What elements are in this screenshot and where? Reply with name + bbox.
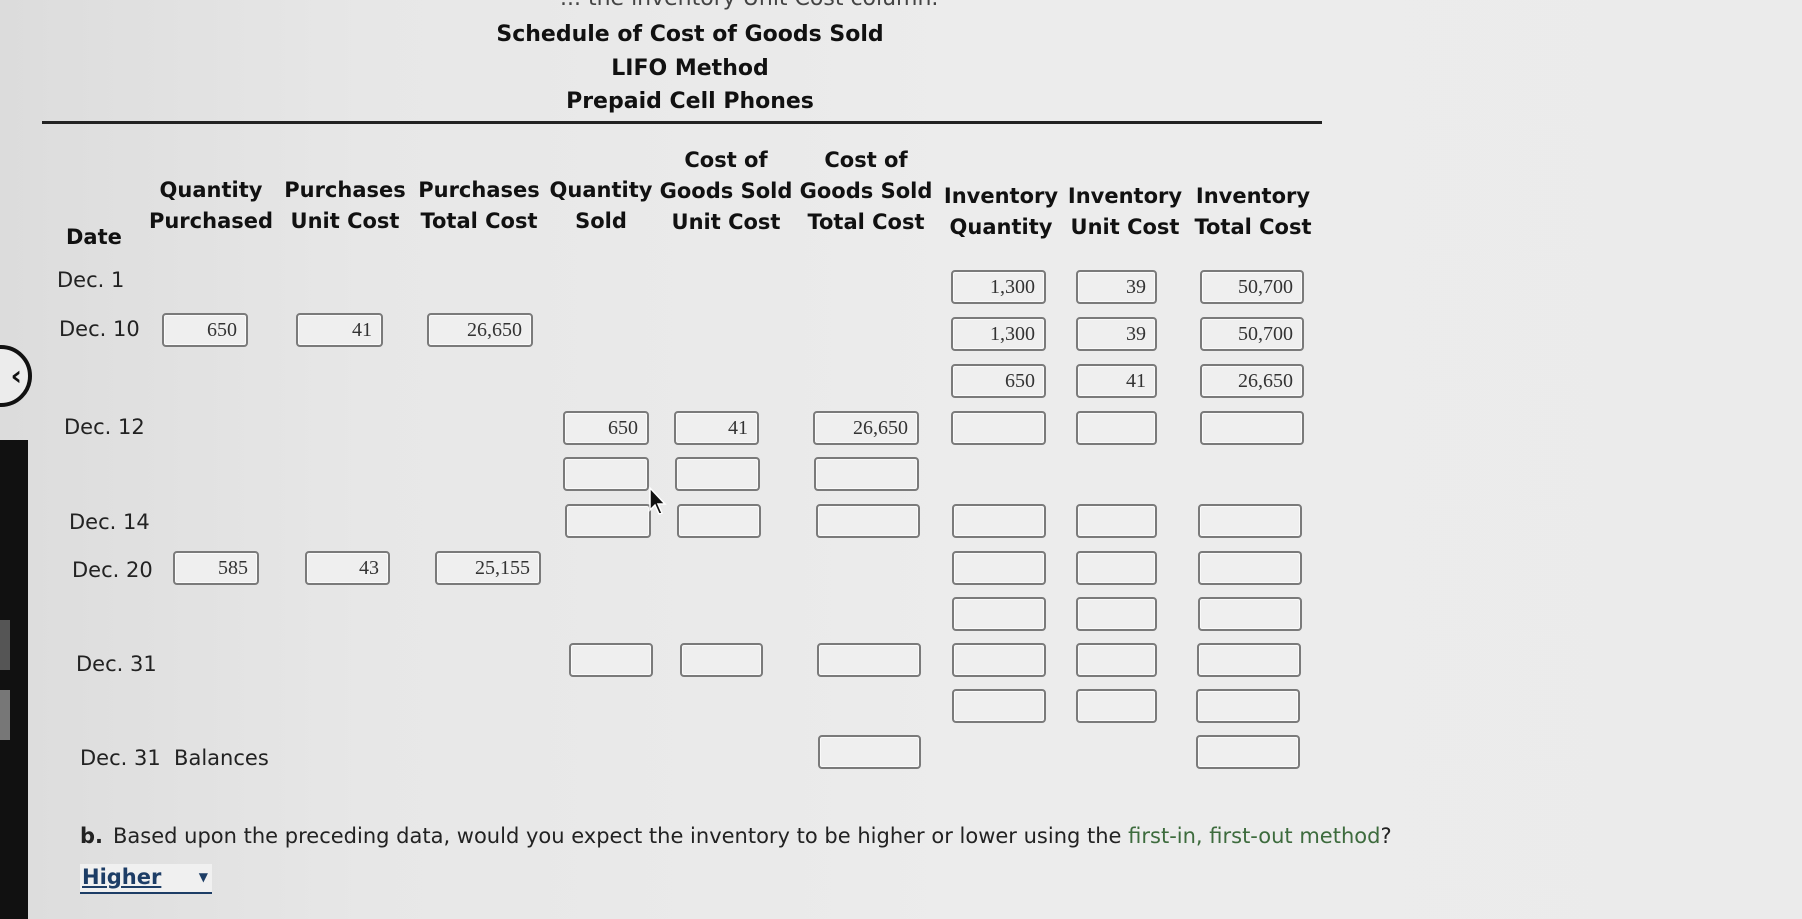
dec12-cogs-unit-cost-field-2[interactable] — [675, 457, 760, 491]
question-b: b. Based upon the preceding data, would y… — [80, 824, 1392, 848]
previous-button[interactable]: ‹ — [0, 345, 32, 407]
header-inv-unit-cost: Inventory Unit Cost — [1067, 184, 1183, 239]
dec14-qty-sold-field[interactable] — [565, 504, 651, 538]
dec20-inv-qty-field[interactable] — [952, 551, 1046, 585]
dec31-cogs-total-cost-field[interactable] — [817, 643, 921, 677]
dec12-inv-unit-cost-field[interactable] — [1076, 411, 1157, 445]
dec12-cogs-total-cost-field-2[interactable] — [814, 457, 919, 491]
dec12-cogs-total-cost-field[interactable]: 26,650 — [813, 411, 919, 445]
dec12-inv-qty-field[interactable] — [951, 411, 1046, 445]
dec10-inv-qty-field[interactable]: 1,300 — [951, 317, 1046, 351]
dec20-purch-total-cost-field[interactable]: 25,155 — [435, 551, 541, 585]
title-divider — [42, 121, 1322, 124]
dec12-qty-sold-field[interactable]: 650 — [563, 411, 649, 445]
date-dec-31: Dec. 31 — [76, 652, 157, 676]
question-b-label: b. — [80, 824, 104, 848]
caret-down-icon: ▼ — [198, 870, 208, 884]
header-cogs-unit-cost: Cost of Goods Sold Unit Cost — [659, 148, 793, 234]
header-qty-purchased: Quantity Purchased — [148, 178, 274, 233]
header-inv-qty: Inventory Quantity — [943, 184, 1059, 239]
bezel-detail — [0, 690, 10, 740]
dec31-inv-qty-field[interactable] — [952, 643, 1046, 677]
dec20-inv-unit-cost-field[interactable] — [1076, 551, 1157, 585]
dec14-inv-total-cost-field[interactable] — [1198, 504, 1302, 538]
dec12-inv-total-cost-field[interactable] — [1200, 411, 1304, 445]
screen-bezel — [0, 440, 28, 919]
dec10-inv-unit-cost-field[interactable]: 39 — [1076, 317, 1157, 351]
date-dec-1: Dec. 1 — [57, 268, 125, 292]
dec10-purch-total-cost-field[interactable]: 26,650 — [427, 313, 533, 347]
dec14-inv-qty-field[interactable] — [952, 504, 1046, 538]
date-dec-20: Dec. 20 — [72, 558, 153, 582]
header-purch-total-cost: Purchases Total Cost — [418, 178, 540, 233]
company-title: Prepaid Cell Phones — [566, 89, 814, 114]
dec20-qty-purchased-field[interactable]: 585 — [173, 551, 259, 585]
date-dec-14: Dec. 14 — [69, 510, 150, 534]
dec31-inv-unit-cost-field-2[interactable] — [1076, 689, 1157, 723]
header-purch-unit-cost: Purchases Unit Cost — [284, 178, 406, 233]
dec12-qty-sold-field-2[interactable] — [563, 457, 649, 491]
dec1-inv-qty-field[interactable]: 1,300 — [951, 270, 1046, 304]
header-cogs-total-cost: Cost of Goods Sold Total Cost — [799, 148, 933, 234]
bezel-detail — [0, 620, 10, 670]
header-date: Date — [66, 225, 122, 249]
dec31-cogs-unit-cost-field[interactable] — [680, 643, 763, 677]
dec20-inv-unit-cost-field-2[interactable] — [1076, 597, 1157, 631]
dec20-inv-total-cost-field[interactable] — [1198, 551, 1302, 585]
header-inv-total-cost: Inventory Total Cost — [1194, 184, 1312, 239]
dec10-inv-unit-cost-field-2[interactable]: 41 — [1076, 364, 1157, 398]
dec31-qty-sold-field[interactable] — [569, 643, 653, 677]
selected-value: Higher — [82, 865, 162, 889]
dec31-inv-unit-cost-field[interactable] — [1076, 643, 1157, 677]
dec12-cogs-unit-cost-field[interactable]: 41 — [674, 411, 759, 445]
balances-cogs-total-field[interactable] — [818, 735, 921, 769]
dec31-inv-total-cost-field-2[interactable] — [1196, 689, 1300, 723]
dec10-inv-qty-field-2[interactable]: 650 — [951, 364, 1046, 398]
dec14-cogs-total-cost-field[interactable] — [816, 504, 920, 538]
dec1-inv-unit-cost-field[interactable]: 39 — [1076, 270, 1157, 304]
date-dec-31-balances: Dec. 31 Balances — [80, 746, 269, 770]
higher-lower-select[interactable]: Higher ▼ — [80, 864, 212, 894]
dec10-qty-purchased-field[interactable]: 650 — [162, 313, 248, 347]
dec14-inv-unit-cost-field[interactable] — [1076, 504, 1157, 538]
instructions-cutoff: ... the inventory Unit Cost column. — [560, 0, 938, 11]
header-qty-sold: Quantity Sold — [549, 178, 653, 233]
date-dec-12: Dec. 12 — [64, 415, 145, 439]
dec10-inv-total-cost-field[interactable]: 50,700 — [1200, 317, 1304, 351]
balances-inv-total-field[interactable] — [1196, 735, 1300, 769]
chevron-left-icon: ‹ — [10, 359, 22, 392]
dec20-inv-qty-field-2[interactable] — [952, 597, 1046, 631]
dec10-purch-unit-cost-field[interactable]: 41 — [296, 313, 383, 347]
dec10-inv-total-cost-field-2[interactable]: 26,650 — [1200, 364, 1304, 398]
question-b-text: Based upon the preceding data, would you… — [113, 824, 1129, 848]
dec31-inv-total-cost-field[interactable] — [1197, 643, 1301, 677]
schedule-title: Schedule of Cost of Goods Sold — [496, 22, 884, 47]
method-title: LIFO Method — [611, 56, 769, 81]
mouse-cursor-icon — [649, 486, 667, 515]
dec14-cogs-unit-cost-field[interactable] — [677, 504, 761, 538]
fifo-term-link[interactable]: first-in, first-out method — [1128, 824, 1380, 848]
dec20-purch-unit-cost-field[interactable]: 43 — [305, 551, 390, 585]
dec31-inv-qty-field-2[interactable] — [952, 689, 1046, 723]
date-dec-10: Dec. 10 — [59, 317, 140, 341]
dec20-inv-total-cost-field-2[interactable] — [1198, 597, 1302, 631]
dec1-inv-total-cost-field[interactable]: 50,700 — [1200, 270, 1304, 304]
